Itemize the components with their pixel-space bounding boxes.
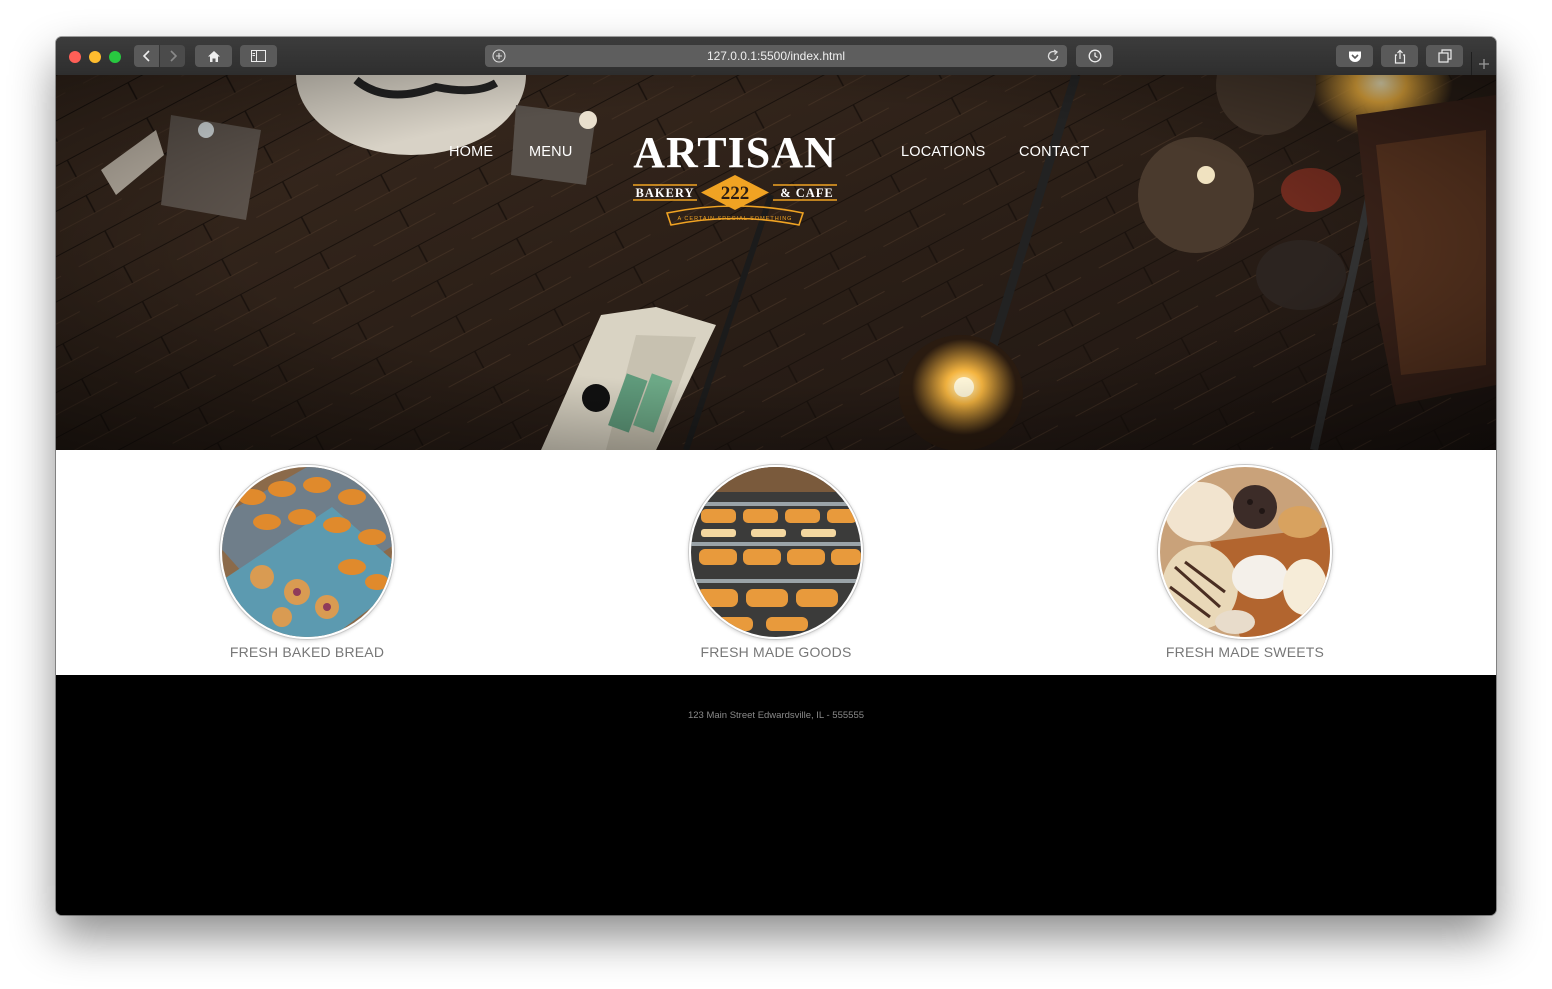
address-bar[interactable]: 127.0.0.1:5500/index.html <box>485 45 1067 67</box>
new-tab-button[interactable] <box>1471 52 1496 75</box>
history-button[interactable] <box>1076 45 1113 67</box>
reload-icon[interactable] <box>1045 48 1061 64</box>
sidebar-button[interactable] <box>240 45 277 67</box>
home-icon <box>207 50 220 62</box>
nav-menu-link[interactable]: MENU <box>529 144 573 160</box>
browser-toolbar: 127.0.0.1:5500/index.html <box>56 37 1496 76</box>
nav-locations-link[interactable]: LOCATIONS <box>901 144 986 160</box>
feature-label: FRESH BAKED BREAD <box>229 644 385 660</box>
sweets-photo <box>1158 465 1332 639</box>
zoom-window-button[interactable] <box>109 51 121 63</box>
pocket-icon <box>1348 51 1361 62</box>
back-icon <box>142 50 150 62</box>
pastry-tray-image <box>222 467 392 637</box>
page-footer: 123 Main Street Edwardsville, IL - 55555… <box>56 675 1496 915</box>
goods-photo <box>689 465 863 639</box>
share-icon <box>1394 49 1405 64</box>
url-text: 127.0.0.1:5500/index.html <box>706 49 846 63</box>
page-viewport: HOME MENU LOCATIONS CONTACT ARTISAN BAKE… <box>56 75 1496 915</box>
pastries-board-image <box>1160 467 1330 637</box>
minimize-window-button[interactable] <box>89 51 101 63</box>
sidebar-icon <box>251 50 266 62</box>
tabs-icon <box>1437 49 1452 63</box>
history-navigation <box>134 45 186 67</box>
display-case-image <box>691 467 861 637</box>
feature-bread[interactable]: FRESH BAKED BREAD <box>167 465 447 660</box>
new-tab-icon <box>1479 58 1489 69</box>
feature-label: FRESH MADE GOODS <box>700 644 852 660</box>
share-button[interactable] <box>1381 45 1418 67</box>
pocket-button[interactable] <box>1336 45 1373 67</box>
forward-icon <box>169 50 177 62</box>
nav-contact-link[interactable]: CONTACT <box>1019 144 1089 160</box>
feature-goods[interactable]: FRESH MADE GOODS <box>636 465 916 660</box>
logo-number: 222 <box>721 183 750 204</box>
history-icon <box>1088 49 1101 63</box>
feature-sweets[interactable]: FRESH MADE SWEETS <box>1105 465 1385 660</box>
hero-banner: HOME MENU LOCATIONS CONTACT ARTISAN BAKE… <box>56 75 1496 450</box>
logo-right-word: & CAFE <box>780 186 834 200</box>
back-button[interactable] <box>134 45 159 67</box>
footer-address: 123 Main Street Edwardsville, IL - 55555… <box>687 710 865 721</box>
features-section: FRESH BAKED BREAD FRESH MADE GOODS FRESH… <box>56 450 1496 675</box>
close-window-button[interactable] <box>69 51 81 63</box>
home-button[interactable] <box>195 45 232 67</box>
logo-tagline: A CERTAIN SPECIAL SOMETHING <box>678 216 793 222</box>
tabs-button[interactable] <box>1426 45 1463 67</box>
logo-name: ARTISAN <box>633 128 837 177</box>
forward-button[interactable] <box>160 45 185 67</box>
browser-window: 127.0.0.1:5500/index.html HOME MENU LOCA… <box>56 37 1496 915</box>
artisan-logo[interactable]: ARTISAN BAKERY 222 & CAFE A CERTAIN SPEC… <box>627 125 843 235</box>
bread-photo <box>220 465 394 639</box>
logo-left-word: BAKERY <box>635 186 694 200</box>
feature-label: FRESH MADE SWEETS <box>1165 644 1325 660</box>
nav-home-link[interactable]: HOME <box>449 144 493 160</box>
